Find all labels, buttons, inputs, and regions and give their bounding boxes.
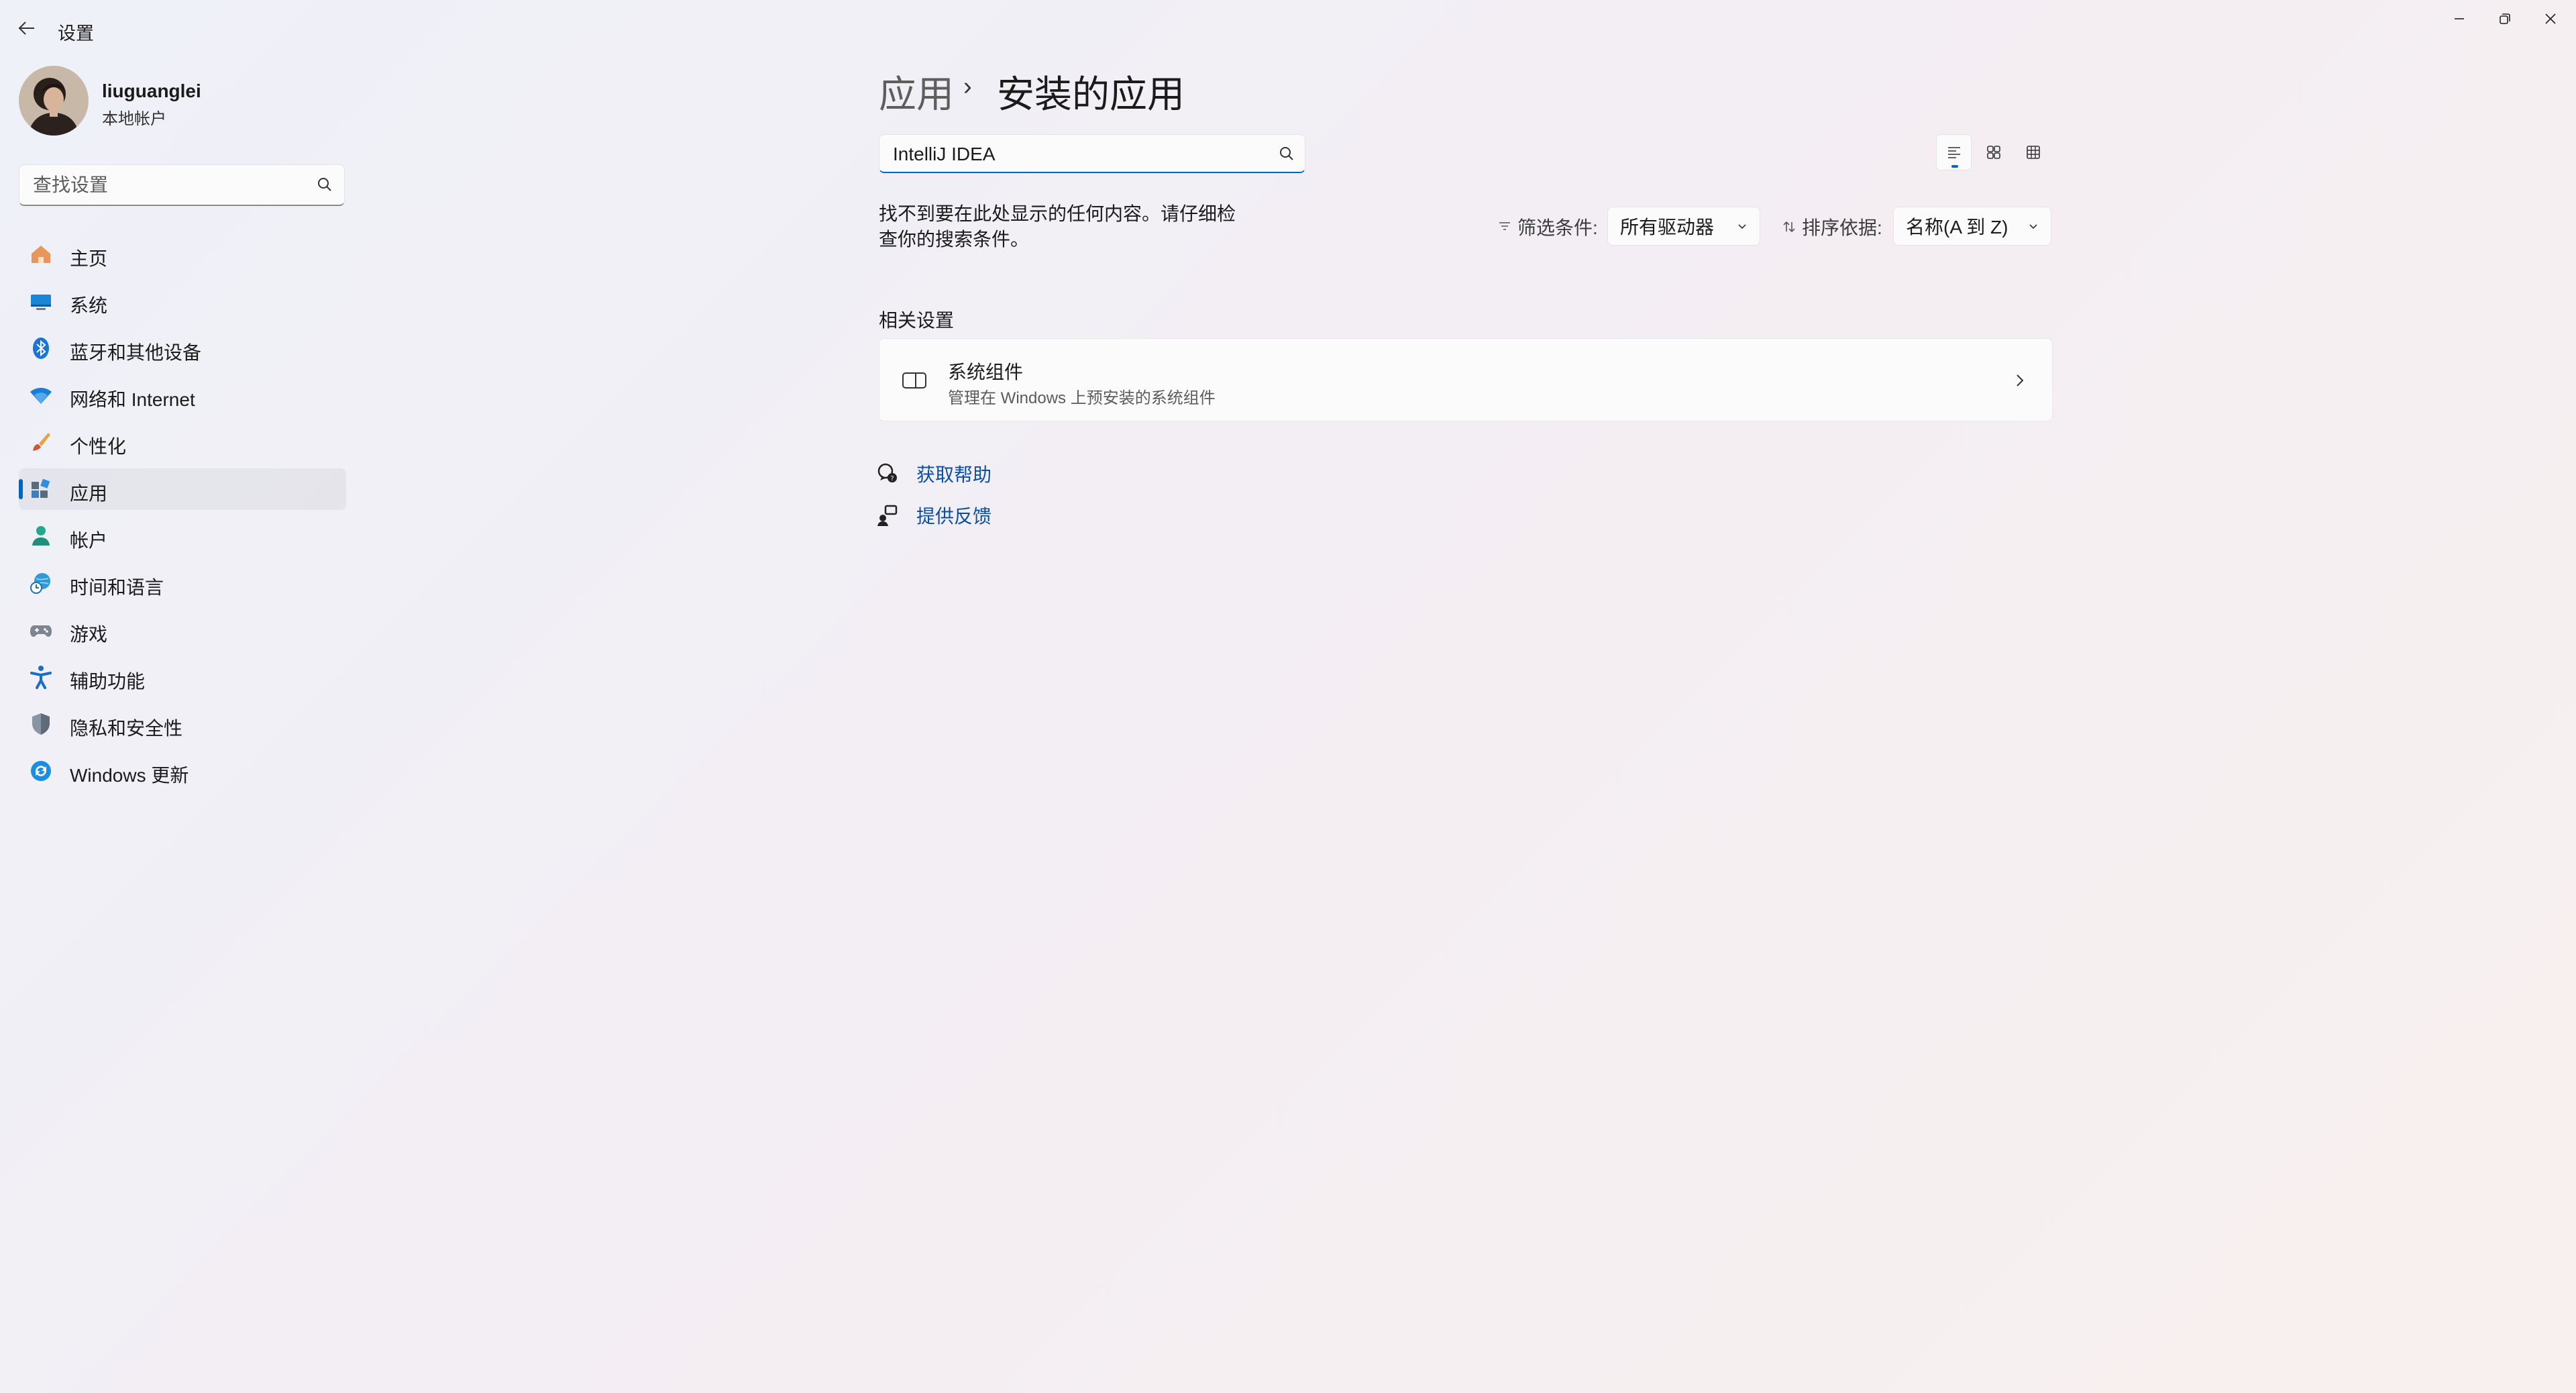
gamepad-icon xyxy=(30,625,52,637)
sidebar-item-system[interactable]: 系统 xyxy=(19,280,346,322)
globe-clock-icon xyxy=(30,573,50,594)
sort-label-text: 排序依据: xyxy=(1802,217,1882,238)
apps-search-box[interactable] xyxy=(879,134,1305,174)
list-view-icon xyxy=(1947,147,1960,158)
sidebar-item-network[interactable]: 网络和 Internet xyxy=(19,374,346,416)
sidebar-item-label: 辅助功能 xyxy=(70,671,146,692)
sidebar-item-personalization[interactable]: 个性化 xyxy=(19,421,346,463)
filter-icon xyxy=(1499,222,1510,230)
page-title: 安装的应用 xyxy=(997,73,1185,115)
give-feedback-link[interactable]: 提供反馈 xyxy=(876,501,991,530)
chevron-down-icon xyxy=(2029,224,2037,229)
tile-view-button[interactable] xyxy=(1976,134,2011,170)
sidebar-item-time-language[interactable]: 时间和语言 xyxy=(19,562,346,604)
grid-view-button[interactable] xyxy=(2016,134,2051,170)
sort-icon xyxy=(1783,221,1795,233)
help-chat-icon: ? xyxy=(877,463,897,482)
sidebar-item-apps[interactable]: 应用 xyxy=(19,468,346,510)
wifi-icon xyxy=(30,388,52,404)
shield-icon xyxy=(32,713,50,735)
sidebar-item-home[interactable]: 主页 xyxy=(19,234,346,275)
selection-indicator xyxy=(19,479,23,499)
restore-button[interactable] xyxy=(2486,4,2524,34)
sync-icon xyxy=(31,761,51,781)
paintbrush-icon xyxy=(33,433,50,451)
sidebar-item-gaming[interactable]: 游戏 xyxy=(19,609,346,651)
sidebar-item-label: 个性化 xyxy=(70,436,127,457)
display-icon xyxy=(31,295,51,310)
sidebar-item-bluetooth[interactable]: 蓝牙和其他设备 xyxy=(19,327,346,369)
get-help-text: 获取帮助 xyxy=(916,464,992,485)
feedback-icon xyxy=(877,505,898,526)
sidebar-item-label: 主页 xyxy=(70,248,108,269)
close-icon xyxy=(2545,13,2556,24)
search-icon xyxy=(1280,147,1293,160)
card-subtitle: 管理在 Windows 上预安装的系统组件 xyxy=(948,389,1216,407)
sidebar-item-accounts[interactable]: 帐户 xyxy=(19,515,346,557)
apps-search-input[interactable] xyxy=(892,135,1270,174)
grid-view-icon xyxy=(2027,146,2041,159)
svg-text:?: ? xyxy=(890,475,894,482)
breadcrumb-separator: › xyxy=(963,72,972,101)
sidebar-item-label: 游戏 xyxy=(70,624,108,645)
sort-label: 排序依据: xyxy=(1782,213,1882,240)
account-type: 本地帐户 xyxy=(102,110,166,128)
app-title: 设置 xyxy=(58,23,94,44)
filter-dropdown[interactable]: 所有驱动器 xyxy=(1607,207,1760,246)
card-title: 系统组件 xyxy=(948,362,1024,382)
apps-icon xyxy=(32,478,50,498)
sidebar-item-label: 蓝牙和其他设备 xyxy=(70,342,202,363)
sidebar-item-label: 隐私和安全性 xyxy=(70,718,183,739)
system-components-icon xyxy=(902,372,926,389)
settings-search-input[interactable] xyxy=(32,165,303,205)
user-photo-icon xyxy=(19,66,89,136)
bluetooth-icon xyxy=(33,338,49,359)
minimize-button[interactable] xyxy=(2440,4,2478,34)
sidebar-item-label: 网络和 Internet xyxy=(70,389,195,410)
user-name: liuguanglei xyxy=(102,81,201,101)
sidebar-item-label: 时间和语言 xyxy=(70,577,164,598)
chevron-down-icon xyxy=(1738,224,1746,229)
accessibility-icon xyxy=(30,666,52,689)
list-view-button[interactable] xyxy=(1936,134,1972,170)
sidebar-item-accessibility[interactable]: 辅助功能 xyxy=(19,656,346,698)
person-icon xyxy=(32,526,50,546)
restore-icon xyxy=(2500,13,2510,24)
chevron-right-icon xyxy=(2017,374,2024,386)
tile-view-icon xyxy=(1987,146,2000,159)
view-mode-group xyxy=(1936,134,2051,172)
sidebar-item-label: 系统 xyxy=(70,295,108,316)
sidebar-item-privacy[interactable]: 隐私和安全性 xyxy=(19,703,346,745)
search-icon xyxy=(318,178,331,191)
home-icon xyxy=(32,246,50,263)
system-components-card[interactable]: 系统组件 管理在 Windows 上预安装的系统组件 xyxy=(879,338,2053,421)
arrow-left-icon xyxy=(18,21,34,35)
filter-label: 筛选条件: xyxy=(1497,213,1598,240)
sidebar-item-label: Windows 更新 xyxy=(70,765,189,786)
no-results-message: 找不到要在此处显示的任何内容。请仔细检查你的搜索条件。 xyxy=(879,203,1236,250)
sidebar-item-windows-update[interactable]: Windows 更新 xyxy=(19,750,346,792)
back-button[interactable] xyxy=(13,15,40,42)
avatar[interactable] xyxy=(19,66,89,136)
filter-value: 所有驱动器 xyxy=(1620,217,1715,238)
sort-value: 名称(A 到 Z) xyxy=(1906,217,2008,238)
sidebar-item-label: 帐户 xyxy=(70,530,108,551)
breadcrumb-parent[interactable]: 应用 xyxy=(879,64,954,119)
sidebar-item-label: 应用 xyxy=(70,483,108,504)
related-settings-title: 相关设置 xyxy=(879,310,955,331)
get-help-link[interactable]: ? 获取帮助 xyxy=(876,459,991,488)
close-button[interactable] xyxy=(2532,4,2569,34)
minimize-icon xyxy=(2455,18,2464,19)
filter-label-text: 筛选条件: xyxy=(1517,217,1598,238)
settings-search-box[interactable] xyxy=(19,164,345,206)
give-feedback-text: 提供反馈 xyxy=(916,506,992,527)
sort-dropdown[interactable]: 名称(A 到 Z) xyxy=(1893,207,2051,246)
